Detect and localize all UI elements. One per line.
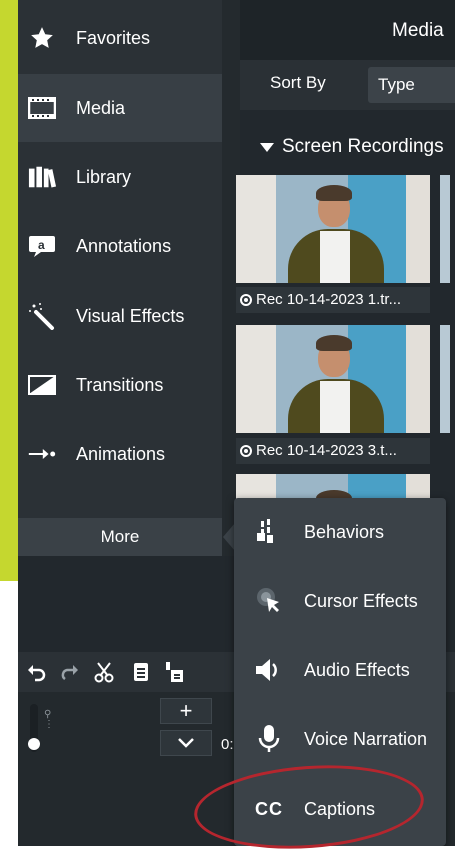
add-track-button[interactable]: + (160, 698, 212, 724)
menu-item-audio-effects[interactable]: Audio Effects (234, 636, 446, 704)
panel-title: Media (392, 20, 444, 41)
cursor-effects-icon (254, 586, 284, 616)
sidebar-item-label: Media (76, 97, 126, 118)
sidebar-item-label: Visual Effects (76, 305, 185, 326)
clip-thumbnail-partial[interactable] (440, 175, 450, 283)
sidebar-item-favorites[interactable]: Favorites (18, 4, 222, 72)
zoom-magnifier-icon: ⚲ ⋮ (44, 709, 54, 730)
group-label: Screen Recordings (282, 136, 444, 157)
more-button[interactable]: More (18, 518, 222, 556)
speaker-icon (254, 655, 284, 685)
undo-icon[interactable] (24, 660, 48, 684)
star-icon (28, 26, 56, 50)
sort-row: Sort By Type (240, 60, 455, 110)
sidebar-item-visual-effects[interactable]: Visual Effects (18, 282, 222, 350)
paste-icon[interactable] (162, 660, 186, 684)
record-icon (240, 445, 252, 457)
sidebar-item-annotations[interactable]: a Annotations (18, 212, 222, 280)
sort-by-select[interactable]: Type (368, 67, 455, 103)
group-header-screen-recordings[interactable]: Screen Recordings (240, 132, 455, 162)
clip-thumbnail[interactable] (236, 175, 430, 283)
sidebar-item-library[interactable]: Library (18, 143, 222, 211)
record-icon (240, 294, 252, 306)
film-icon (28, 96, 56, 120)
cut-icon[interactable] (92, 660, 116, 684)
chevron-down-icon (178, 738, 194, 748)
menu-item-behaviors[interactable]: Behaviors (234, 498, 446, 566)
sort-by-label: Sort By (270, 73, 326, 92)
track-options-button[interactable] (160, 730, 212, 756)
sidebar-item-label: Animations (76, 443, 166, 464)
clip-label: Rec 10-14-2023 1.tr... (236, 287, 430, 313)
magic-wand-icon (28, 303, 56, 330)
sidebar-item-label: Annotations (76, 235, 172, 256)
sidebar-item-label: Transitions (76, 374, 164, 395)
sidebar-item-animations[interactable]: Animations (18, 420, 222, 488)
sidebar-item-media[interactable]: Media (18, 74, 225, 142)
library-icon (28, 165, 56, 189)
menu-item-label: Voice Narration (304, 728, 428, 749)
sidebar-item-transitions[interactable]: Transitions (18, 351, 222, 419)
behaviors-icon (254, 517, 284, 547)
sidebar-item-label: Favorites (76, 27, 151, 48)
animation-arrow-icon (28, 442, 56, 466)
menu-item-cursor-effects[interactable]: Cursor Effects (234, 567, 446, 635)
svg-text:a: a (38, 238, 45, 252)
timeline-time-readout: 0: (221, 736, 234, 753)
menu-item-voice-narration[interactable]: Voice Narration (234, 705, 446, 773)
annotation-icon: a (28, 234, 56, 258)
menu-item-label: Behaviors (304, 521, 385, 542)
clip-thumbnail[interactable] (236, 325, 430, 433)
sidebar-item-label: Library (76, 166, 132, 187)
clip-label: Rec 10-14-2023 3.t... (236, 438, 430, 464)
menu-item-label: Cursor Effects (304, 590, 418, 611)
zoom-slider-handle[interactable] (28, 738, 40, 750)
clip-thumbnail-partial[interactable] (440, 325, 450, 433)
camtasia-window: Favorites Media Library a Annotations Vi… (18, 0, 455, 846)
triangle-down-icon (260, 142, 274, 152)
transition-icon (28, 373, 56, 397)
tools-sidebar: Favorites Media Library a Annotations Vi… (18, 0, 225, 518)
microphone-icon (254, 724, 284, 754)
copy-icon[interactable] (128, 660, 152, 684)
media-panel-header: Media (240, 0, 455, 60)
plus-icon: + (179, 698, 193, 723)
redo-icon[interactable] (58, 660, 82, 684)
menu-item-label: Audio Effects (304, 659, 410, 680)
